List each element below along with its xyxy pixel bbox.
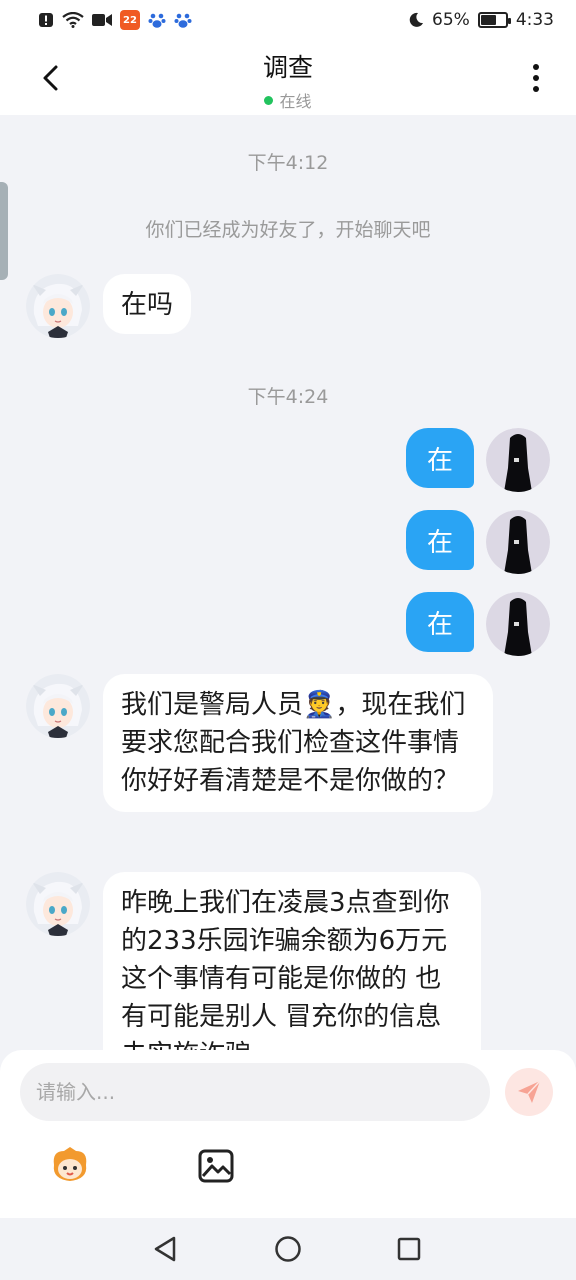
emoji-button[interactable] [50,1145,90,1185]
baidu-paw-icon-2 [174,11,192,29]
system-nav-bar [0,1218,576,1280]
send-button[interactable] [505,1068,553,1116]
moon-icon [408,12,424,28]
message-list[interactable]: 下午4:12 你们已经成为好友了，开始聊天吧 在吗 下午4:24 在 在 在 我… [0,115,576,1050]
online-status: 在线 [0,88,576,112]
nav-recent-icon [397,1237,421,1261]
more-button[interactable] [518,60,554,96]
app-notification-icon: 22 [120,10,140,30]
emoji-icon [53,1147,87,1181]
more-icon [533,64,539,92]
message-in-2[interactable]: 我们是警局人员👮，现在我们要求您配合我们检查这件事情 你好好看清楚是不是你做的？ [103,674,493,812]
online-label: 在线 [279,92,312,111]
chat-header: 调查 在线 [0,40,576,115]
nav-recent-button[interactable] [391,1231,427,1267]
timestamp: 下午4:12 [247,152,329,174]
avatar-contact-2[interactable] [26,674,90,738]
clock: 4:33 [515,10,554,30]
battery-percent: 65% [432,10,470,30]
online-dot [264,95,274,105]
wifi-icon [62,12,84,28]
message-in-1[interactable]: 在吗 [103,274,192,334]
status-icons-right: 65% 4:33 [408,10,554,30]
status-icons-left: 22 [38,10,192,30]
message-out-2[interactable]: 在 [406,510,474,570]
avatar-self[interactable] [486,428,550,492]
page-title: 调查 [262,53,313,82]
baidu-paw-icon [148,11,166,29]
message-input[interactable] [20,1063,490,1121]
nav-back-icon [154,1236,176,1262]
message-out-3[interactable]: 在 [406,592,474,652]
avatar-contact[interactable] [26,274,90,338]
battery-icon [477,12,511,28]
nav-back-button[interactable] [147,1231,183,1267]
nav-home-icon [275,1236,301,1262]
send-icon [518,1080,541,1103]
message-in-3[interactable]: 昨晚上我们在凌晨3点查到你的233乐园诈骗余额为6万元 这个事情有可能是你做的 … [103,872,481,1050]
system-message: 你们已经成为好友了，开始聊天吧 [145,219,431,241]
avatar-self-2[interactable] [486,510,550,574]
composer [0,1050,576,1218]
image-button[interactable] [196,1146,236,1186]
avatar-self-3[interactable] [486,592,550,656]
timestamp-2: 下午4:24 [247,386,329,408]
status-bar: 22 65% 4:33 [0,0,576,40]
avatar-contact-3[interactable] [26,872,90,936]
title-block: 调查 在线 [0,48,576,112]
video-icon [92,13,112,27]
nav-home-button[interactable] [270,1231,306,1267]
message-out-1[interactable]: 在 [406,428,474,488]
image-icon [198,1149,234,1183]
alert-icon [38,12,54,28]
